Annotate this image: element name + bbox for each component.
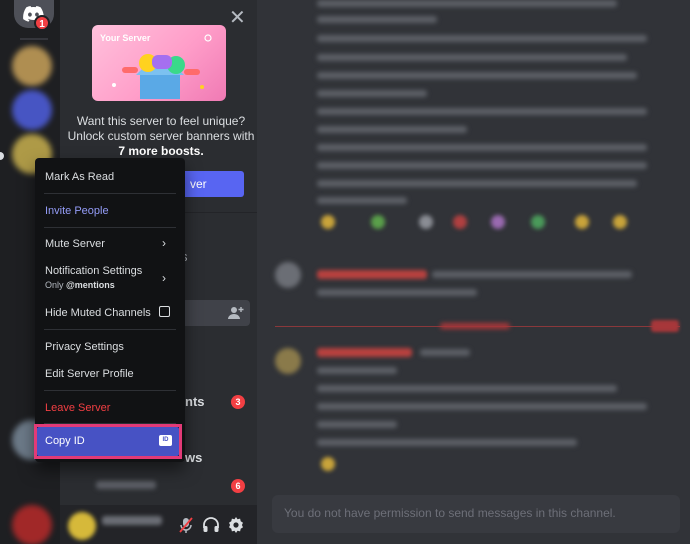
menu-divider [44, 390, 176, 391]
channel-mention-badge: 3 [231, 395, 245, 409]
notif-sub-mentions: @mentions [66, 280, 115, 290]
message-line [317, 35, 647, 42]
boost-server-button[interactable]: ver [180, 171, 244, 197]
server-icon[interactable] [12, 505, 52, 544]
reaction[interactable] [371, 215, 385, 229]
message-line [317, 90, 427, 97]
add-member-icon[interactable] [228, 306, 244, 320]
reaction[interactable] [531, 215, 545, 229]
message-line [317, 180, 637, 187]
home-badge: 1 [34, 15, 50, 31]
boost-promo-text: Want this server to feel unique? Unlock … [66, 114, 256, 159]
menu-item-privacy-settings[interactable]: Privacy Settings [45, 341, 124, 353]
message-line [420, 349, 470, 356]
promo-boosts: 7 more boosts. [118, 144, 204, 158]
menu-item-notification-settings[interactable]: Notification Settings Only @mentions [45, 265, 142, 290]
boost-button-label: ver [190, 177, 207, 191]
close-icon[interactable]: ✕ [229, 8, 246, 28]
menu-item-invite-people[interactable]: Invite People [45, 205, 109, 217]
new-messages-pill [651, 320, 679, 332]
channel-partial-text: nts [185, 394, 205, 409]
checkbox-icon[interactable] [159, 306, 170, 317]
user-panel [60, 505, 257, 544]
menu-item-hide-muted-channels[interactable]: Hide Muted Channels [45, 307, 151, 319]
menu-divider [44, 227, 176, 228]
menu-item-leave-server[interactable]: Leave Server [45, 402, 110, 414]
message-line [317, 126, 467, 133]
promo-line-2: Unlock custom server banners with [67, 129, 255, 143]
message-line [317, 16, 437, 23]
message-line [317, 439, 577, 446]
channel-partial-text: ws [185, 450, 203, 465]
message-line [317, 0, 617, 7]
avatar[interactable] [275, 348, 301, 374]
message-line [317, 367, 397, 374]
server-icon[interactable] [12, 90, 52, 130]
reaction[interactable] [491, 215, 505, 229]
message-input[interactable]: You do not have permission to send messa… [272, 495, 680, 533]
copy-id-label: Copy ID [45, 435, 85, 447]
gear-icon[interactable] [227, 516, 245, 534]
menu-item-edit-server-profile[interactable]: Edit Server Profile [45, 368, 134, 380]
promo-line-1: Want this server to feel unique? [76, 114, 246, 128]
chevron-right-icon: › [162, 271, 166, 285]
channel-row[interactable] [96, 481, 156, 489]
username[interactable] [317, 348, 412, 357]
server-banner-preview: Your Server [92, 25, 226, 101]
message-line [317, 385, 617, 392]
user-avatar[interactable] [68, 512, 96, 540]
divider-label [440, 323, 510, 329]
rail-divider [20, 38, 48, 40]
reaction[interactable] [575, 215, 589, 229]
notification-settings-label: Notification Settings [45, 265, 143, 277]
message-line [317, 54, 627, 61]
message-line [317, 108, 647, 115]
reaction[interactable] [613, 215, 627, 229]
mute-mic-icon[interactable] [177, 516, 195, 534]
notif-sub-prefix: Only [45, 280, 67, 290]
channel-mention-badge: 6 [231, 479, 245, 493]
message-line [317, 403, 647, 410]
menu-item-mark-as-read[interactable]: Mark As Read [45, 171, 114, 183]
message-input-placeholder: You do not have permission to send messa… [284, 506, 616, 520]
menu-item-mute-server[interactable]: Mute Server [45, 238, 105, 250]
menu-divider [44, 193, 176, 194]
reaction[interactable] [321, 215, 335, 229]
message-line [317, 162, 647, 169]
discord-window: 1 ✕ Your Server Want this server to feel… [0, 0, 690, 544]
server-pill [0, 152, 4, 160]
message-line [317, 197, 407, 204]
menu-item-copy-id[interactable]: Copy ID ID [37, 427, 179, 456]
reaction[interactable] [419, 215, 433, 229]
headphones-icon[interactable] [202, 516, 220, 534]
message-line [317, 144, 647, 151]
id-icon: ID [159, 435, 172, 446]
message-line [317, 421, 397, 428]
notification-settings-sub: Only @mentions [45, 280, 142, 290]
message-line [317, 72, 637, 79]
reaction[interactable] [321, 457, 335, 471]
message-line [317, 289, 477, 296]
chevron-right-icon: › [162, 236, 166, 250]
server-icon[interactable] [12, 46, 52, 86]
reaction[interactable] [453, 215, 467, 229]
banner-illustration-icon [112, 34, 212, 99]
user-name [102, 516, 162, 525]
menu-divider [44, 329, 176, 330]
